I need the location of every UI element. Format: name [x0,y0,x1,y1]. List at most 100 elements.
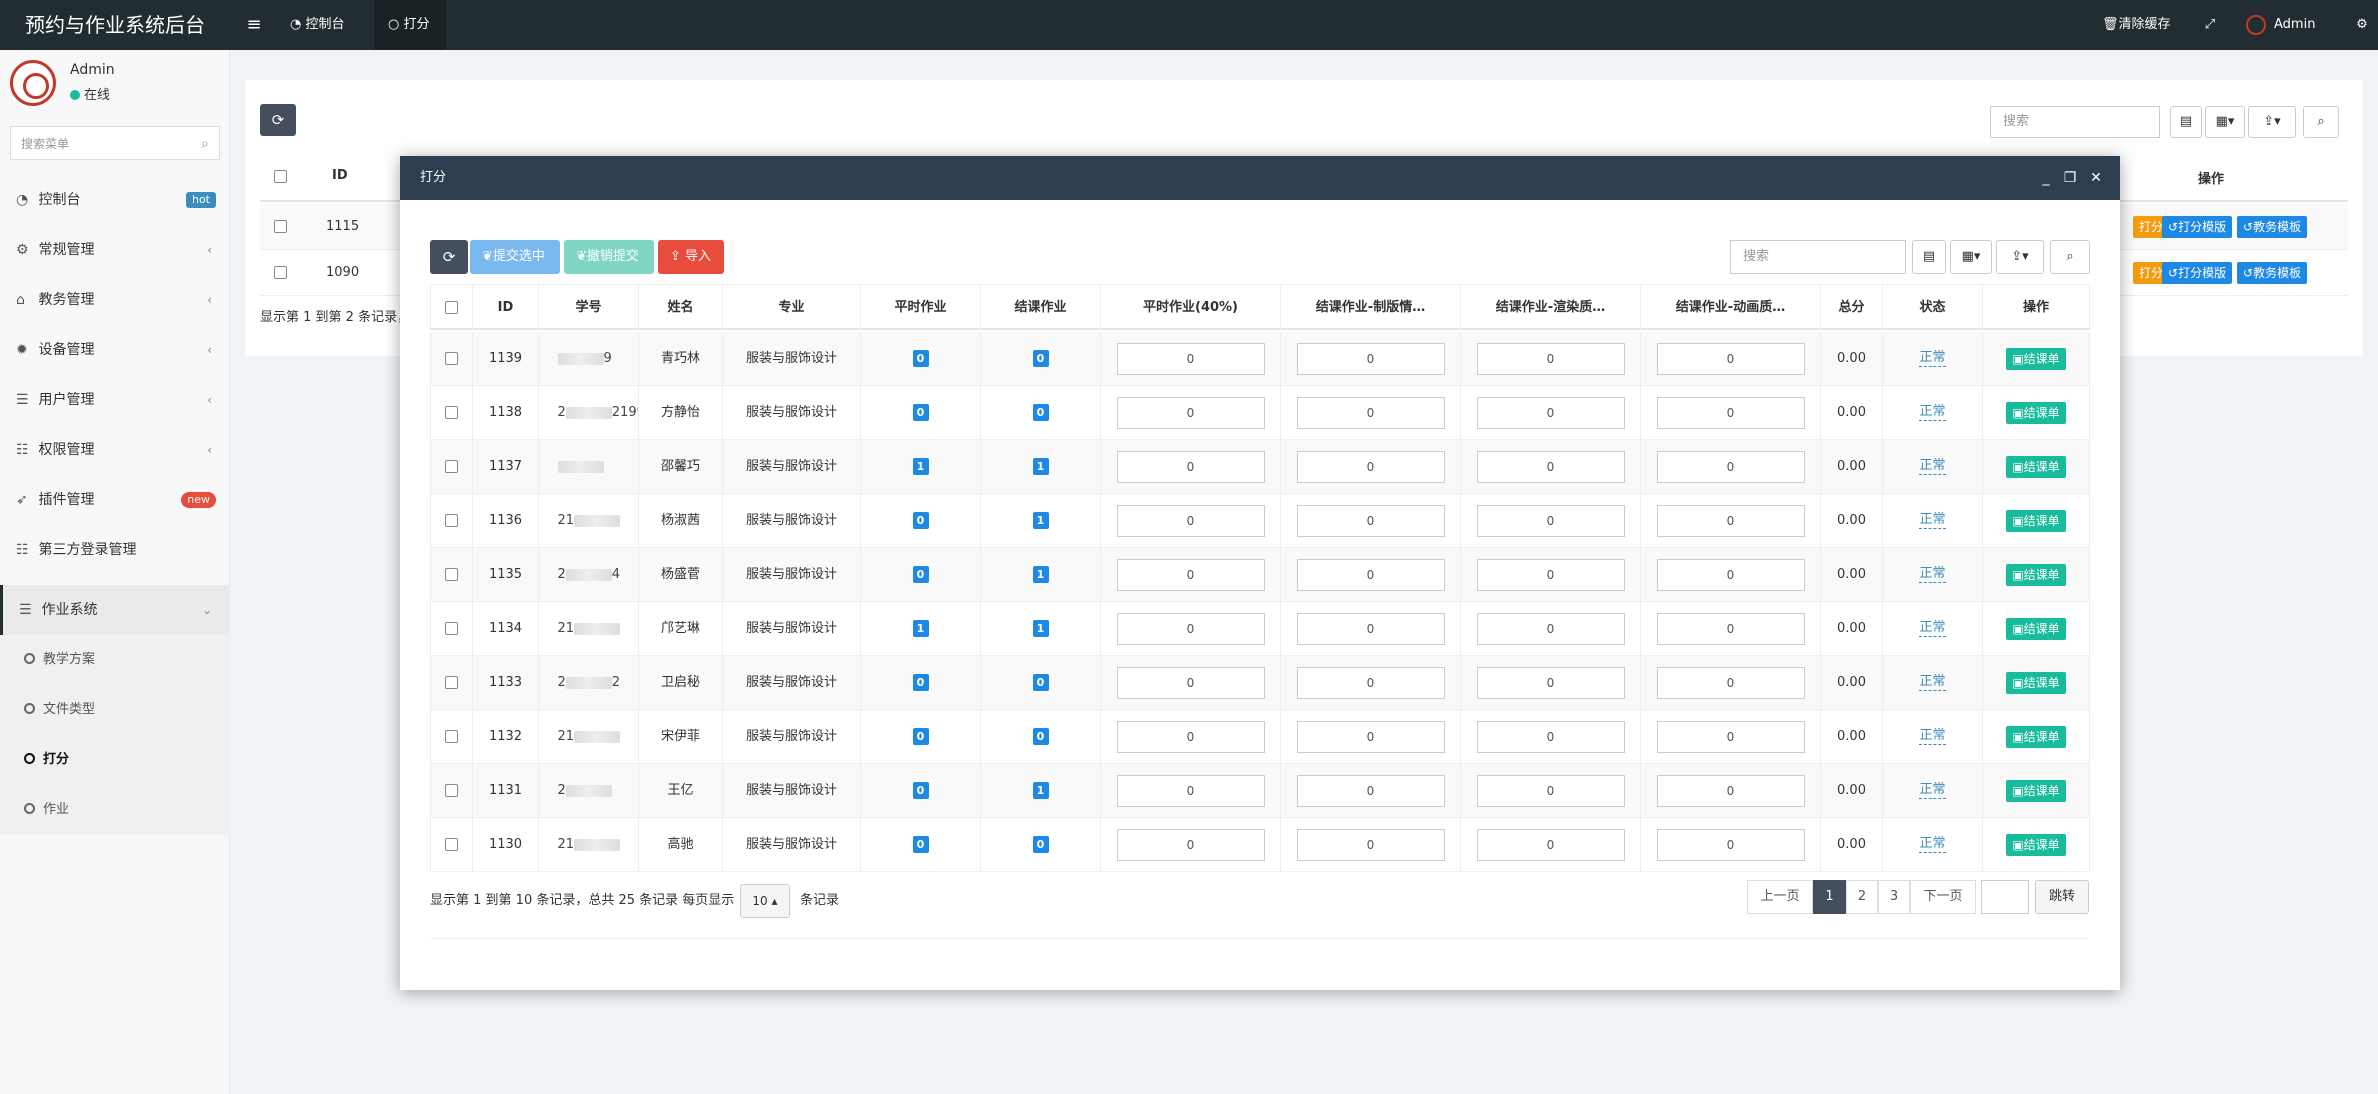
minimize-icon[interactable]: _ [2036,156,2056,200]
pattern-score-input[interactable]: 0 [1296,342,1445,375]
homework-score-input[interactable]: 0 [1116,666,1265,699]
pattern-score-input[interactable]: 0 [1296,720,1445,753]
select-all-checkbox[interactable] [445,301,458,314]
edu-template-button[interactable]: ↺教务模板 [2237,262,2308,284]
column-header-final-pattern[interactable]: 结课作业-制版情… [1281,285,1461,331]
app-title[interactable]: 预约与作业系统后台 [0,0,230,50]
row-checkbox[interactable] [445,460,458,473]
page-2-button[interactable]: 2 [1846,880,1878,914]
status-toggle[interactable]: 正常 [1919,674,1946,691]
animation-score-input[interactable]: 0 [1656,558,1805,591]
final-count-badge[interactable]: 1 [1032,782,1049,799]
sidebar-item-users[interactable]: ☰ 用户管理 ‹ [0,375,230,425]
prev-page-button[interactable]: 上一页 [1747,880,1813,914]
edu-template-button[interactable]: ↺教务模板 [2237,216,2308,238]
menu-search-input[interactable]: 搜索菜单 ⌕ [10,126,220,160]
animation-score-input[interactable]: 0 [1656,828,1805,861]
animation-score-input[interactable]: 0 [1656,396,1805,429]
status-toggle[interactable]: 正常 [1919,836,1946,853]
pattern-score-input[interactable]: 0 [1296,774,1445,807]
settings-icon[interactable]: ⚙ [2352,0,2372,50]
homework-score-input[interactable]: 0 [1116,612,1265,645]
final-bill-button[interactable]: ▣结课单 [2006,779,2066,802]
final-bill-button[interactable]: ▣结课单 [2006,833,2066,856]
pattern-score-input[interactable]: 0 [1296,612,1445,645]
pattern-score-input[interactable]: 0 [1296,558,1445,591]
clear-cache-button[interactable]: 🗑清除缓存 [2102,0,2182,50]
homework-count-badge[interactable]: 0 [912,512,929,529]
row-checkbox[interactable] [445,784,458,797]
homework-count-badge[interactable]: 0 [912,728,929,745]
final-bill-button[interactable]: ▣结课单 [2006,347,2066,370]
sidebar-item-general[interactable]: ⚙ 常规管理 ‹ [0,225,230,275]
final-bill-button[interactable]: ▣结课单 [2006,563,2066,586]
final-count-badge[interactable]: 0 [1032,404,1049,421]
refresh-button[interactable]: ⟳ [430,240,468,274]
final-count-badge[interactable]: 1 [1032,458,1049,475]
column-header-student-id[interactable]: 学号 [539,285,639,331]
render-score-input[interactable]: 0 [1476,342,1625,375]
column-header-final-animation[interactable]: 结课作业-动画质… [1641,285,1821,331]
final-count-badge[interactable]: 0 [1032,674,1049,691]
page-size-select[interactable]: 10 ▴ [740,884,790,918]
homework-score-input[interactable]: 0 [1116,396,1265,429]
row-checkbox[interactable] [274,220,287,233]
final-bill-button[interactable]: ▣结课单 [2006,509,2066,532]
revoke-submit-button[interactable]: ❦撤销提交 [564,240,654,274]
animation-score-input[interactable]: 0 [1656,612,1805,645]
sidebar-item-third-party-login[interactable]: ☷ 第三方登录管理 [0,525,230,575]
search-input[interactable]: 搜索 [1990,106,2160,138]
export-button[interactable]: ⇪▾ [1996,240,2044,274]
render-score-input[interactable]: 0 [1476,450,1625,483]
status-toggle[interactable]: 正常 [1919,620,1946,637]
final-bill-button[interactable]: ▣结课单 [2006,401,2066,424]
fullscreen-icon[interactable]: ⤢ [2200,0,2220,50]
homework-score-input[interactable]: 0 [1116,774,1265,807]
close-icon[interactable]: ✕ [2086,156,2106,200]
pattern-score-input[interactable]: 0 [1296,666,1445,699]
score-template-button[interactable]: ↺打分模版 [2162,262,2233,284]
sidebar-sub-homework[interactable]: 作业 [0,785,230,835]
nav-tab-dashboard[interactable]: ◔ 控制台 [276,0,380,50]
search-icon[interactable]: ⌕ [201,127,209,161]
column-header-final-render[interactable]: 结课作业-渲染质… [1461,285,1641,331]
page-1-button[interactable]: 1 [1813,880,1846,914]
homework-count-badge[interactable]: 0 [912,404,929,421]
render-score-input[interactable]: 0 [1476,504,1625,537]
row-checkbox[interactable] [445,352,458,365]
row-checkbox[interactable] [445,622,458,635]
render-score-input[interactable]: 0 [1476,828,1625,861]
column-header-status[interactable]: 状态 [1883,285,1983,331]
animation-score-input[interactable]: 0 [1656,666,1805,699]
sidebar-sub-file-type[interactable]: 文件类型 [0,685,230,735]
status-toggle[interactable]: 正常 [1919,458,1946,475]
import-button[interactable]: ⇪ 导入 [658,240,724,274]
menu-toggle-icon[interactable]: ≡ [242,0,266,50]
refresh-button[interactable]: ⟳ [260,104,296,136]
final-bill-button[interactable]: ▣结课单 [2006,671,2066,694]
render-score-input[interactable]: 0 [1476,666,1625,699]
column-header-name[interactable]: 姓名 [639,285,723,331]
toggle-view-button[interactable]: ▤ [2170,106,2202,138]
sidebar-item-homework-system[interactable]: ☰ 作业系统 ⌄ [0,585,230,635]
sidebar-sub-teaching-plan[interactable]: 教学方案 [0,635,230,685]
status-toggle[interactable]: 正常 [1919,512,1946,529]
animation-score-input[interactable]: 0 [1656,504,1805,537]
final-bill-button[interactable]: ▣结课单 [2006,725,2066,748]
jump-page-input[interactable] [1981,880,2029,914]
toggle-view-button[interactable]: ▤ [1912,240,1946,274]
animation-score-input[interactable]: 0 [1656,450,1805,483]
page-3-button[interactable]: 3 [1878,880,1910,914]
row-checkbox[interactable] [445,406,458,419]
nav-tab-score[interactable]: ○ 打分 [374,0,446,50]
final-count-badge[interactable]: 1 [1032,620,1049,637]
sidebar-item-permissions[interactable]: ☷ 权限管理 ‹ [0,425,230,475]
column-header-homework[interactable]: 平时作业 [861,285,981,331]
column-header-total[interactable]: 总分 [1821,285,1883,331]
status-toggle[interactable]: 正常 [1919,782,1946,799]
render-score-input[interactable]: 0 [1476,396,1625,429]
user-menu[interactable]: Admin [2246,0,2346,50]
render-score-input[interactable]: 0 [1476,612,1625,645]
row-checkbox[interactable] [445,838,458,851]
pattern-score-input[interactable]: 0 [1296,396,1445,429]
